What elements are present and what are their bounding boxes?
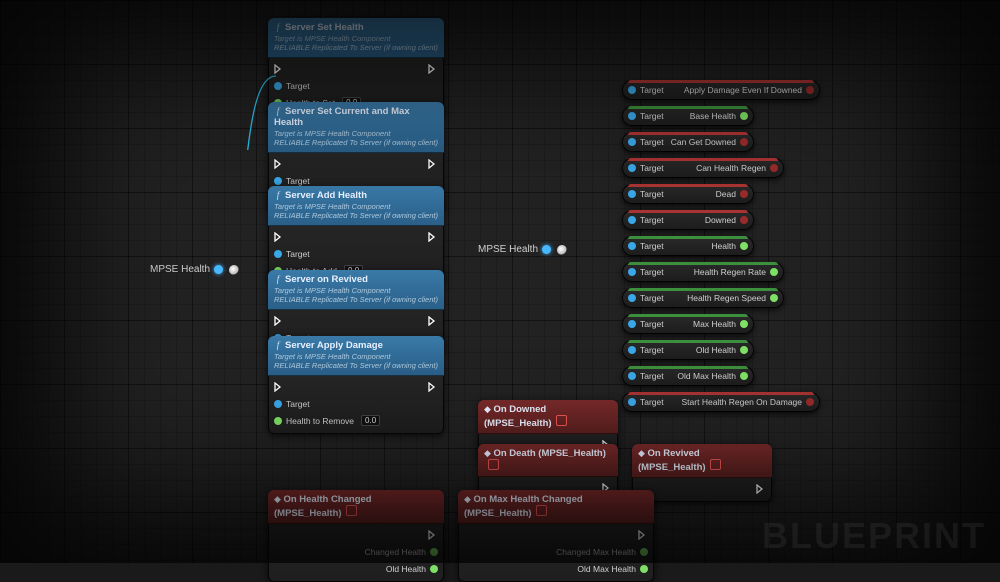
exec-out-pin[interactable] <box>638 530 648 540</box>
value-output-pin[interactable]: Health Regen Speed <box>687 293 778 303</box>
getter-node[interactable]: Target Old Health <box>622 340 754 360</box>
exec-in-pin[interactable] <box>274 159 284 169</box>
exec-out-pin[interactable] <box>428 232 438 242</box>
getter-node[interactable]: Target Dead <box>622 184 754 204</box>
getter-node[interactable]: Target Health Regen Speed <box>622 288 784 308</box>
target-pin[interactable]: Target <box>628 111 664 121</box>
variable-source-right[interactable]: MPSE Health <box>478 244 567 255</box>
exec-out-pin[interactable] <box>428 382 438 392</box>
getter-node[interactable]: Target Can Health Regen <box>622 158 784 178</box>
event-icon: ◆ <box>484 448 491 458</box>
target-pin[interactable]: Target <box>628 319 664 329</box>
event-icon: ◆ <box>484 404 491 414</box>
value-output-pin[interactable]: Start Health Regen On Damage <box>682 397 814 407</box>
delegate-pin-icon[interactable] <box>346 505 357 516</box>
target-pin[interactable]: Target <box>628 189 664 199</box>
exec-out-pin[interactable] <box>428 316 438 326</box>
float-input-pin[interactable]: Health to Remove0.0 <box>274 415 380 426</box>
value-output-pin[interactable]: Base Health <box>690 111 748 121</box>
target-pin[interactable]: Target <box>274 399 310 409</box>
event-icon: ◆ <box>274 494 281 504</box>
node-header: ◆ On Death (MPSE_Health) <box>478 444 618 477</box>
target-pin[interactable]: Target <box>628 215 664 225</box>
float-output-pin[interactable]: Changed Health <box>365 547 438 557</box>
function-icon: f <box>274 190 282 200</box>
target-pin[interactable]: Target <box>274 249 310 259</box>
value-output-pin[interactable]: Can Get Downed <box>671 137 748 147</box>
function-icon: f <box>274 340 282 350</box>
variable-label: MPSE Health <box>150 264 210 275</box>
node-header: ◆ On Downed (MPSE_Health) <box>478 400 618 434</box>
value-output-pin[interactable]: Can Health Regen <box>696 163 778 173</box>
exec-in-pin[interactable] <box>274 382 284 392</box>
getter-node[interactable]: Target Base Health <box>622 106 754 126</box>
getter-node[interactable]: Target Max Health <box>622 314 754 334</box>
float-output-pin[interactable]: Old Health <box>386 564 438 574</box>
value-output-pin[interactable]: Old Health <box>696 345 748 355</box>
target-pin[interactable]: Target <box>628 293 664 303</box>
node-header: fServer Set HealthTarget is MPSE Health … <box>268 18 444 58</box>
getter-node[interactable]: Target Health <box>622 236 754 256</box>
value-output-pin[interactable]: Health <box>711 241 748 251</box>
exec-out-pin[interactable] <box>428 159 438 169</box>
getter-node[interactable]: Target Apply Damage Even If Downed <box>622 80 820 100</box>
value-output-pin[interactable]: Old Max Health <box>677 371 748 381</box>
event-node[interactable]: ◆ On Health Changed (MPSE_Health) Changed… <box>268 490 444 582</box>
node-header: ◆ On Revived (MPSE_Health) <box>632 444 772 478</box>
getter-node[interactable]: Target Downed <box>622 210 754 230</box>
variable-label: MPSE Health <box>478 244 538 255</box>
delegate-pin-icon[interactable] <box>536 505 547 516</box>
node-header: fServer on RevivedTarget is MPSE Health … <box>268 270 444 310</box>
node-header: fServer Add HealthTarget is MPSE Health … <box>268 186 444 226</box>
delegate-pin-icon[interactable] <box>488 459 499 470</box>
value-output-pin[interactable]: Apply Damage Even If Downed <box>684 85 814 95</box>
output-pin-icon <box>542 245 551 254</box>
target-pin[interactable]: Target <box>628 241 664 251</box>
burst-icon <box>229 265 239 275</box>
node-header: fServer Apply DamageTarget is MPSE Healt… <box>268 336 444 376</box>
target-pin[interactable]: Target <box>628 371 664 381</box>
exec-out-pin[interactable] <box>428 64 438 74</box>
target-pin[interactable]: Target <box>628 267 664 277</box>
target-pin[interactable]: Target <box>628 397 664 407</box>
target-pin[interactable]: Target <box>274 176 310 186</box>
target-pin[interactable]: Target <box>628 85 664 95</box>
getter-node[interactable]: Target Can Get Downed <box>622 132 754 152</box>
value-output-pin[interactable]: Dead <box>716 189 748 199</box>
exec-in-pin[interactable] <box>274 64 284 74</box>
exec-out-pin[interactable] <box>756 484 766 494</box>
exec-in-pin[interactable] <box>274 316 284 326</box>
getter-node[interactable]: Target Old Max Health <box>622 366 754 386</box>
function-icon: f <box>274 22 282 32</box>
value-output-pin[interactable]: Max Health <box>693 319 748 329</box>
event-icon: ◆ <box>638 448 645 458</box>
float-output-pin[interactable]: Changed Max Health <box>556 547 648 557</box>
function-node[interactable]: fServer Apply DamageTarget is MPSE Healt… <box>268 336 444 434</box>
exec-out-pin[interactable] <box>428 530 438 540</box>
output-pin-icon <box>214 265 223 274</box>
target-pin[interactable]: Target <box>274 81 310 91</box>
exec-in-pin[interactable] <box>274 232 284 242</box>
delegate-pin-icon[interactable] <box>710 459 721 470</box>
getter-node[interactable]: Target Health Regen Rate <box>622 262 784 282</box>
delegate-pin-icon[interactable] <box>556 415 567 426</box>
event-node[interactable]: ◆ On Max Health Changed (MPSE_Health) Cha… <box>458 490 654 582</box>
function-icon: f <box>274 106 282 116</box>
function-icon: f <box>274 274 282 284</box>
target-pin[interactable]: Target <box>628 163 664 173</box>
getter-node[interactable]: Target Start Health Regen On Damage <box>622 392 820 412</box>
node-header: ◆ On Max Health Changed (MPSE_Health) <box>458 490 654 524</box>
burst-icon <box>557 245 567 255</box>
node-header: ◆ On Health Changed (MPSE_Health) <box>268 490 444 524</box>
variable-source-left[interactable]: MPSE Health <box>150 264 239 275</box>
target-pin[interactable]: Target <box>628 345 664 355</box>
event-icon: ◆ <box>464 494 471 504</box>
node-header: fServer Set Current and Max HealthTarget… <box>268 102 444 153</box>
float-output-pin[interactable]: Old Max Health <box>577 564 648 574</box>
target-pin[interactable]: Target <box>628 137 664 147</box>
value-output-pin[interactable]: Downed <box>705 215 748 225</box>
value-output-pin[interactable]: Health Regen Rate <box>694 267 778 277</box>
